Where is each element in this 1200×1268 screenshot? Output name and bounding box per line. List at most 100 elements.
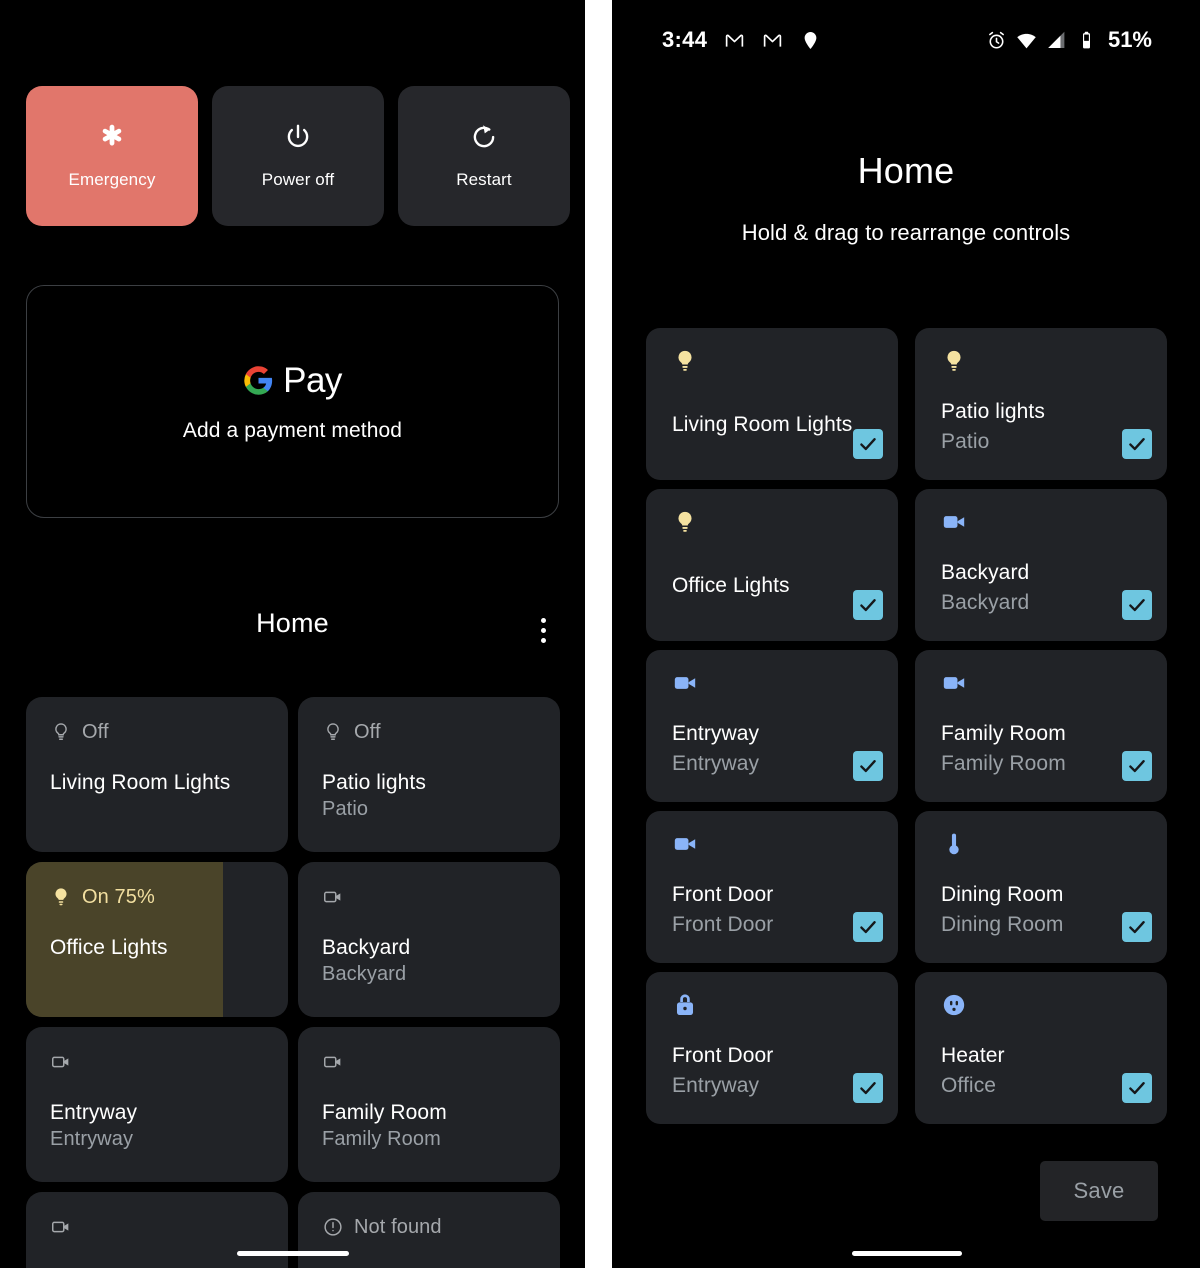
power-off-button-label: Power off bbox=[261, 170, 335, 189]
check-icon bbox=[860, 760, 876, 773]
videocam-filled-icon bbox=[943, 516, 965, 528]
rearrange-tile-subtitle: Entryway bbox=[672, 752, 760, 775]
rearrange-tile-title: Entryway bbox=[672, 722, 760, 745]
emergency-button[interactable]: Emergency bbox=[26, 86, 198, 226]
restart-button[interactable]: Restart bbox=[398, 86, 570, 226]
rearrange-tile[interactable]: Patio lights Patio bbox=[915, 328, 1167, 480]
control-tile[interactable]: On 75% Office Lights bbox=[26, 862, 288, 1017]
rearrange-tile-checkbox[interactable] bbox=[1122, 912, 1152, 942]
rearrange-tile[interactable]: Front Door Entryway bbox=[646, 972, 898, 1124]
restart-button-label: Restart bbox=[456, 170, 512, 189]
gmail-icon bbox=[726, 33, 744, 47]
tile-title: Patio lights bbox=[322, 771, 426, 794]
rearrange-tile-checkbox[interactable] bbox=[1122, 590, 1152, 620]
rearrange-tile-subtitle: Patio bbox=[941, 430, 990, 453]
check-icon bbox=[860, 599, 876, 612]
rearrange-tile-checkbox[interactable] bbox=[853, 429, 883, 459]
videocam-filled-icon bbox=[674, 838, 696, 850]
rearrange-tile-title: Dining Room bbox=[941, 883, 1064, 906]
control-tile[interactable]: Off Living Room Lights bbox=[26, 697, 288, 852]
rearrange-tile[interactable]: Backyard Backyard bbox=[915, 489, 1167, 641]
lightbulb-filled-icon bbox=[947, 350, 961, 371]
rearrange-tile-title: Office Lights bbox=[672, 574, 790, 597]
rearrange-tile-title: Front Door bbox=[672, 883, 774, 906]
power-off-button[interactable]: Power off bbox=[212, 86, 384, 226]
lock-icon bbox=[676, 994, 694, 1015]
screenshot-stage: Emergency Power off Restart Pay Add a pa… bbox=[0, 0, 1200, 1268]
kebab-menu-icon[interactable] bbox=[531, 613, 555, 647]
lightbulb-outline-icon bbox=[327, 723, 339, 740]
rearrange-tile-subtitle: Front Door bbox=[672, 913, 774, 936]
rearrange-tile-subtitle: Dining Room bbox=[941, 913, 1064, 936]
rearrange-tile-title: Backyard bbox=[941, 561, 1030, 584]
lightbulb-filled-icon bbox=[678, 511, 692, 532]
rearrange-tile-title: Heater bbox=[941, 1044, 1005, 1067]
battery-icon bbox=[1082, 31, 1090, 48]
lightbulb-filled-icon bbox=[55, 888, 67, 906]
videocam-outline-icon bbox=[324, 1056, 341, 1068]
rearrange-tile-checkbox[interactable] bbox=[1122, 1073, 1152, 1103]
emergency-button-label: Emergency bbox=[68, 170, 156, 189]
gmail-icon bbox=[764, 33, 782, 47]
status-bar-clock: 3:44 bbox=[662, 27, 708, 52]
rearrange-tile-subtitle: Family Room bbox=[941, 752, 1066, 775]
control-tile[interactable]: Not found bbox=[298, 1192, 560, 1268]
home-controls-grid: Off Living Room Lights Off Patio lights … bbox=[26, 697, 560, 1268]
tile-title: Family Room bbox=[322, 1101, 447, 1124]
add-payment-method-label: Add a payment method bbox=[182, 418, 403, 442]
save-button[interactable]: Save bbox=[1040, 1161, 1158, 1221]
control-tile[interactable]: Entryway Entryway bbox=[26, 1027, 288, 1182]
rearrange-tile-checkbox[interactable] bbox=[1122, 751, 1152, 781]
control-tile[interactable]: Family Room Family Room bbox=[298, 1027, 560, 1182]
videocam-outline-icon bbox=[52, 1056, 69, 1068]
control-tile[interactable]: Backyard Backyard bbox=[298, 862, 560, 1017]
rearrange-tile-title: Living Room Lights bbox=[672, 413, 853, 436]
rearrange-tile-checkbox[interactable] bbox=[853, 590, 883, 620]
rearrange-tile-checkbox[interactable] bbox=[853, 751, 883, 781]
tile-status-text: Not found bbox=[354, 1215, 442, 1238]
rearrange-tile-checkbox[interactable] bbox=[853, 1073, 883, 1103]
rearrange-tile-checkbox[interactable] bbox=[853, 912, 883, 942]
tile-title: Entryway bbox=[50, 1101, 138, 1124]
tile-status-row: Off bbox=[322, 719, 540, 745]
check-icon bbox=[1129, 438, 1145, 451]
videocam-filled-icon bbox=[674, 677, 696, 689]
rearrange-tile-checkbox[interactable] bbox=[1122, 429, 1152, 459]
tile-subtitle: Backyard bbox=[322, 963, 407, 985]
control-tile[interactable]: Off Patio lights Patio bbox=[298, 697, 560, 852]
lightbulb-outline-icon bbox=[55, 723, 67, 740]
check-icon bbox=[1129, 599, 1145, 612]
tile-status-row bbox=[50, 1049, 268, 1075]
restart-icon bbox=[473, 125, 495, 148]
page-subtitle: Hold & drag to rearrange controls bbox=[741, 220, 1071, 245]
check-icon bbox=[1129, 760, 1145, 773]
rearrange-tile[interactable]: Dining Room Dining Room bbox=[915, 811, 1167, 963]
rearrange-tile[interactable]: Front Door Front Door bbox=[646, 811, 898, 963]
power-menu-screen: Emergency Power off Restart Pay Add a pa… bbox=[0, 0, 585, 1268]
status-bar: 3:44 51% bbox=[612, 0, 1200, 80]
tile-title: Backyard bbox=[322, 936, 411, 959]
battery-percent-label: 51% bbox=[1107, 27, 1152, 52]
power-button-row: Emergency Power off Restart bbox=[26, 86, 570, 226]
rearrange-tile[interactable]: Family Room Family Room bbox=[915, 650, 1167, 802]
home-section-header: Home bbox=[0, 608, 585, 654]
tile-status-text: On 75% bbox=[82, 885, 155, 908]
rearrange-tile[interactable]: Heater Office bbox=[915, 972, 1167, 1124]
rearrange-tile-subtitle: Entryway bbox=[672, 1074, 760, 1097]
page-title: Home bbox=[857, 150, 955, 191]
navigation-home-pill[interactable] bbox=[237, 1251, 349, 1256]
rearrange-tile-title: Patio lights bbox=[941, 400, 1045, 423]
google-pay-card[interactable]: Pay Add a payment method bbox=[26, 285, 559, 518]
rearrange-tile[interactable]: Entryway Entryway bbox=[646, 650, 898, 802]
rearrange-tile-subtitle: Office bbox=[941, 1074, 997, 1097]
error-outline-icon bbox=[324, 1218, 342, 1236]
videocam-outline-icon bbox=[52, 1221, 69, 1233]
rearrange-controls-grid: Living Room Lights Patio lights Patio Of… bbox=[646, 328, 1167, 1124]
navigation-home-pill[interactable] bbox=[852, 1251, 962, 1256]
control-tile[interactable] bbox=[26, 1192, 288, 1268]
check-icon bbox=[860, 1082, 876, 1095]
rearrange-tile[interactable]: Office Lights bbox=[646, 489, 898, 641]
check-icon bbox=[860, 921, 876, 934]
tile-status-row bbox=[50, 1214, 268, 1240]
rearrange-tile[interactable]: Living Room Lights bbox=[646, 328, 898, 480]
